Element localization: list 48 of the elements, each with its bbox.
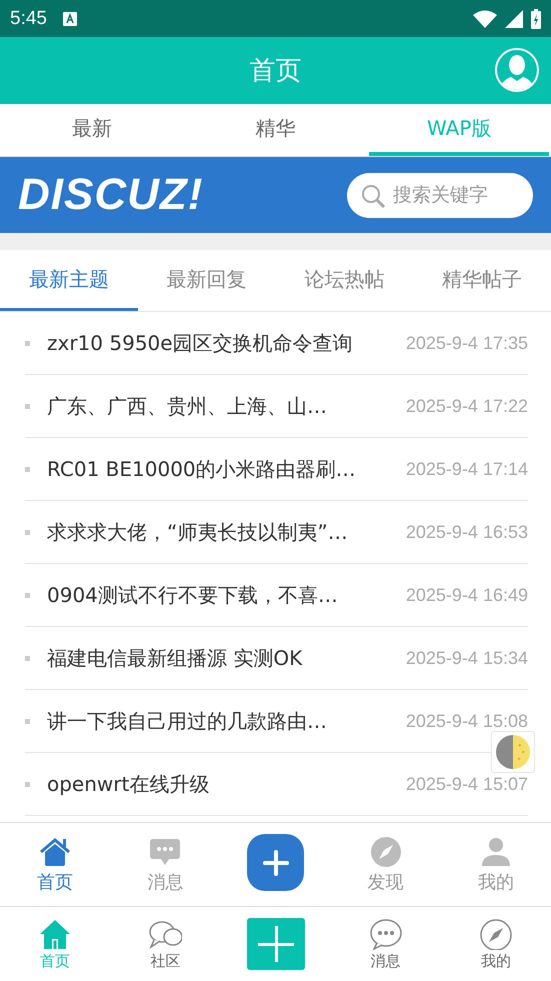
status-time: 5:45 — [10, 8, 47, 30]
signal-icon — [505, 10, 523, 28]
home-icon — [38, 836, 72, 868]
thread-time: 2025-9-4 17:14 — [406, 458, 528, 480]
plus-icon — [258, 926, 294, 962]
keyboard-icon — [62, 12, 77, 26]
add-button[interactable] — [246, 918, 304, 970]
bullet-icon — [25, 404, 30, 408]
battery-icon — [531, 8, 541, 28]
thread-title[interactable]: 求求求大佬，“师夷长技以制夷”… — [47, 518, 406, 546]
avatar-icon[interactable] — [495, 48, 539, 92]
home-icon — [38, 918, 72, 950]
nav-tab[interactable]: 我的 — [440, 907, 551, 981]
page-title: 首页 — [250, 55, 302, 88]
thread-time: 2025-9-4 15:07 — [406, 774, 528, 794]
thread-title[interactable]: 0904测试不行不要下载，不喜… — [47, 582, 406, 608]
bullet-icon — [25, 718, 30, 724]
bullet-icon — [25, 656, 30, 660]
bullet-icon — [25, 782, 30, 786]
plus-icon — [262, 850, 288, 876]
thread-time: 2025-9-4 15:08 — [406, 710, 528, 732]
thread-time: 2025-9-4 16:53 — [406, 522, 528, 542]
bullet-icon — [25, 340, 30, 346]
thread-title[interactable]: 福建电信最新组播源 实测OK — [47, 644, 406, 672]
compass-icon — [368, 836, 403, 868]
thread-title[interactable]: 讲一下我自己用过的几款路由… — [47, 708, 406, 734]
thread-title[interactable]: 广东、广西、贵州、上海、山… — [47, 392, 406, 420]
thread-time: 2025-9-4 16:49 — [406, 584, 528, 606]
thread-time: 2025-9-4 17:22 — [406, 396, 528, 416]
chat-bubble-icon — [368, 918, 403, 950]
bullet-icon — [25, 530, 30, 534]
search-field[interactable]: 搜索关键字 — [347, 172, 533, 218]
thread-time: 2025-9-4 17:35 — [406, 332, 528, 354]
half-moon-icon — [496, 735, 530, 769]
thread-title[interactable]: openwrt在线升级 — [47, 770, 406, 798]
wifi-icon — [473, 10, 497, 28]
nav-tab[interactable]: 消息 — [330, 907, 441, 981]
theme-toggle-button[interactable] — [491, 731, 535, 773]
compass-icon — [478, 918, 513, 950]
add-button[interactable] — [247, 834, 304, 891]
logo: DISCUZ! — [18, 170, 204, 220]
thread-title[interactable]: RC01 BE10000的小米路由器刷… — [47, 456, 406, 482]
thread-time: 2025-9-4 15:34 — [406, 648, 528, 668]
nav-tab[interactable]: 社区 — [110, 907, 220, 981]
nav-tab[interactable]: 首页 — [0, 823, 110, 907]
thread-title[interactable]: zxr10 5950e园区交换机命令查询 — [47, 330, 406, 356]
bullet-icon — [25, 466, 30, 472]
bullet-icon — [25, 592, 30, 598]
